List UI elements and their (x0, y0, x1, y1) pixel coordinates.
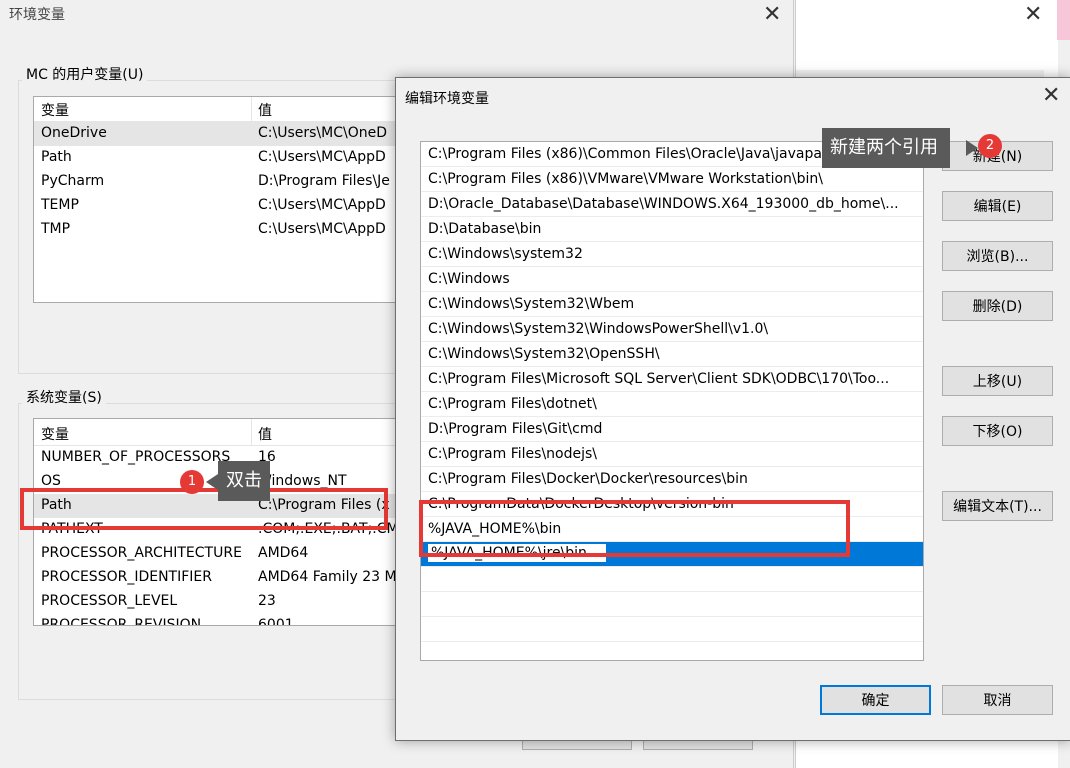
browse-button[interactable]: 浏览(B)... (942, 241, 1053, 271)
user-var-name: PyCharm (41, 173, 105, 189)
step1-tooltip: 双击 (218, 461, 270, 501)
path-entry[interactable]: C:\Windows\System32\OpenSSH\ (421, 342, 923, 367)
system-var-value: AMD64 (258, 545, 309, 561)
path-entry[interactable]: C:\Windows\System32\WindowsPowerShell\v1… (421, 317, 923, 342)
step1-badge: 1 (180, 470, 204, 494)
ok-button[interactable]: 确定 (820, 685, 931, 715)
user-var-value: D:\Program Files\Je (258, 173, 390, 189)
step2-tooltip: 新建两个引用 (822, 128, 950, 168)
user-vars-header: 变量 值 (34, 97, 434, 122)
system-var-name: NUMBER_OF_PROCESSORS (41, 449, 231, 465)
user-var-row[interactable]: Path C:\Users\MC\AppD (34, 146, 434, 170)
step2-badge: 2 (978, 134, 1002, 158)
cancel-button[interactable]: 取消 (942, 685, 1053, 715)
path-entry[interactable]: C:\Windows\system32 (421, 242, 923, 267)
pink-strip (1057, 0, 1070, 40)
edit-dialog-close-icon[interactable]: ✕ (1042, 85, 1060, 107)
user-var-value: C:\Users\MC\AppD (258, 197, 386, 213)
system-var-value: 6001 (258, 617, 294, 626)
delete-button[interactable]: 删除(D) (942, 291, 1053, 321)
system-var-value: AMD64 Family 23 M (258, 569, 397, 585)
user-var-name: Path (41, 149, 72, 165)
user-var-row[interactable]: OneDrive C:\Users\MC\OneD (34, 122, 434, 146)
user-vars-label: MC 的用户变量(U) (22, 64, 148, 84)
system-var-name: PROCESSOR_IDENTIFIER (41, 569, 212, 585)
path-highlight-box (20, 488, 388, 530)
system-var-row[interactable]: PROCESSOR_ARCHITECTURE AMD64 (34, 542, 434, 566)
system-var-name: PROCESSOR_LEVEL (41, 593, 178, 609)
user-var-value: C:\Users\MC\OneD (258, 125, 387, 141)
path-entry[interactable]: C:\Program Files (x86)\VMware\VMware Wor… (421, 167, 923, 192)
user-vars-list[interactable]: 变量 值 OneDrive C:\Users\MC\OneD Path C:\U… (33, 96, 435, 303)
tooltip-arrow (966, 140, 978, 156)
path-entry-empty[interactable] (421, 617, 923, 642)
col-val-header[interactable]: 值 (258, 100, 272, 120)
system-var-row[interactable]: PROCESSOR_IDENTIFIER AMD64 Family 23 M (34, 566, 434, 590)
path-entry-empty[interactable] (421, 592, 923, 617)
user-var-name: TEMP (41, 197, 79, 213)
edit-text-button[interactable]: 编辑文本(T)... (942, 491, 1053, 521)
system-vars-label: 系统变量(S) (22, 387, 106, 407)
path-entry[interactable]: C:\Windows (421, 267, 923, 292)
edit-env-dialog: 编辑环境变量 ✕ C:\Program Files (x86)\Common F… (395, 77, 1070, 741)
user-var-name: OneDrive (41, 125, 107, 141)
path-entry[interactable]: C:\Program Files\Microsoft SQL Server\Cl… (421, 367, 923, 392)
col-var-header[interactable]: 变量 (41, 100, 69, 120)
env-window-title: 环境变量 (9, 7, 65, 23)
user-var-row[interactable]: TEMP C:\Users\MC\AppD (34, 194, 434, 218)
env-window-close-icon[interactable]: ✕ (763, 4, 781, 26)
system-vars-header: 变量 值 (34, 419, 434, 446)
path-entry[interactable]: C:\Program Files\dotnet\ (421, 392, 923, 417)
col-divider (251, 97, 252, 121)
user-var-name: TMP (41, 221, 71, 237)
user-var-row[interactable]: PyCharm D:\Program Files\Je (34, 170, 434, 194)
col-var-header[interactable]: 变量 (41, 424, 69, 444)
path-entry[interactable]: D:\Oracle_Database\Database\WINDOWS.X64_… (421, 192, 923, 217)
path-entry-empty[interactable] (421, 567, 923, 592)
new-entries-highlight-box (419, 500, 850, 557)
background-close-icon[interactable]: ✕ (1024, 4, 1042, 26)
system-var-name: PROCESSOR_ARCHITECTURE (41, 545, 242, 561)
edit-button[interactable]: 编辑(E) (942, 191, 1053, 221)
user-var-value: C:\Users\MC\AppD (258, 149, 386, 165)
system-var-name: OS (41, 473, 61, 489)
move-down-button[interactable]: 下移(O) (942, 416, 1053, 446)
system-var-name: PROCESSOR_REVISION (41, 617, 202, 626)
user-var-row[interactable]: TMP C:\Users\MC\AppD (34, 218, 434, 242)
path-entry[interactable]: D:\Database\bin (421, 217, 923, 242)
move-up-button[interactable]: 上移(U) (942, 366, 1053, 396)
col-val-header[interactable]: 值 (258, 424, 272, 444)
path-entry[interactable]: C:\Program Files\Docker\Docker\resources… (421, 467, 923, 492)
user-var-value: C:\Users\MC\AppD (258, 221, 386, 237)
tooltip-arrow (206, 474, 218, 490)
path-entry[interactable]: C:\Program Files\nodejs\ (421, 442, 923, 467)
system-var-row[interactable]: PROCESSOR_REVISION 6001 (34, 614, 434, 626)
path-list[interactable]: C:\Program Files (x86)\Common Files\Orac… (420, 141, 924, 661)
system-var-value: Windows_NT (258, 473, 347, 489)
edit-dialog-title: 编辑环境变量 (405, 91, 489, 107)
system-var-row[interactable]: PROCESSOR_LEVEL 23 (34, 590, 434, 614)
path-entry[interactable]: D:\Program Files\Git\cmd (421, 417, 923, 442)
col-divider (251, 419, 252, 445)
system-var-value: 23 (258, 593, 276, 609)
path-entry[interactable]: C:\Windows\System32\Wbem (421, 292, 923, 317)
